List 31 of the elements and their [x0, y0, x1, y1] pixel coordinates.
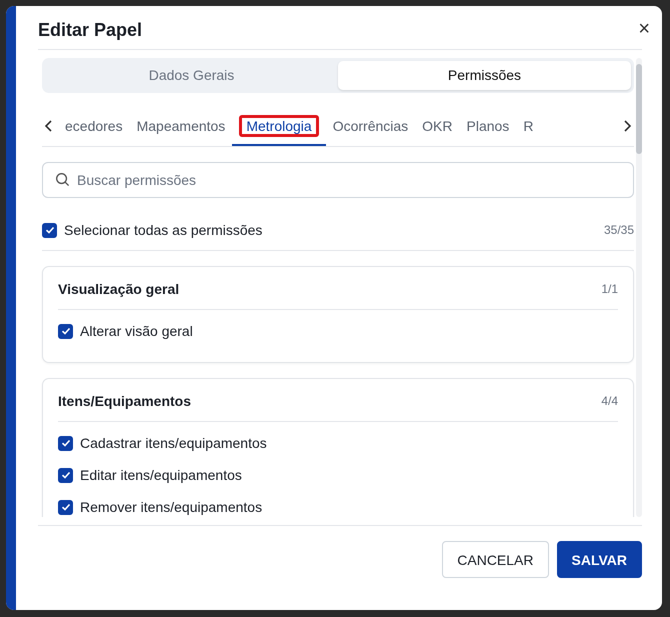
search-icon [55, 172, 70, 187]
group-title: Visualização geral [58, 280, 180, 299]
checkbox[interactable] [58, 500, 73, 515]
scrollbar[interactable] [636, 58, 642, 517]
tab[interactable]: OKR [415, 106, 460, 146]
tab[interactable]: Metrologia [232, 106, 326, 146]
permission-count: 35/35 [604, 222, 634, 240]
tab[interactable]: Mapeamentos [130, 106, 232, 146]
dialog-title: Editar Papel [38, 20, 142, 42]
segment-tab[interactable]: Dados Gerais [45, 60, 338, 90]
permission-label: Alterar visão geral [80, 322, 193, 341]
tab[interactable]: ecedores [58, 106, 130, 146]
group-count: 1/1 [601, 281, 618, 298]
checkbox[interactable] [42, 222, 57, 238]
segment-tab[interactable]: Permissões [338, 60, 631, 90]
tab[interactable]: Ocorrências [326, 106, 416, 146]
search-field[interactable]: Buscar permissões [42, 162, 634, 198]
permission-label: Editar itens/equipamentos [80, 466, 242, 485]
group-title: Itens/Equipamentos [58, 392, 192, 411]
permission-label: Remover itens/equipamentos [80, 498, 262, 517]
permission-label: Cadastrar itens/equipamentos [80, 434, 267, 453]
group-count: 4/4 [601, 393, 618, 410]
checkbox[interactable] [58, 436, 73, 451]
tab[interactable]: Planos [460, 106, 516, 146]
cancel-button[interactable]: CANCELAR [442, 540, 549, 578]
checkbox[interactable] [58, 324, 73, 339]
save-button[interactable]: SALVAR [556, 540, 642, 578]
select-all-label: Selecionar todas as permissões [64, 220, 262, 240]
close-button[interactable]: × [638, 18, 650, 38]
tab[interactable]: R [516, 106, 540, 146]
checkbox[interactable] [58, 468, 73, 483]
